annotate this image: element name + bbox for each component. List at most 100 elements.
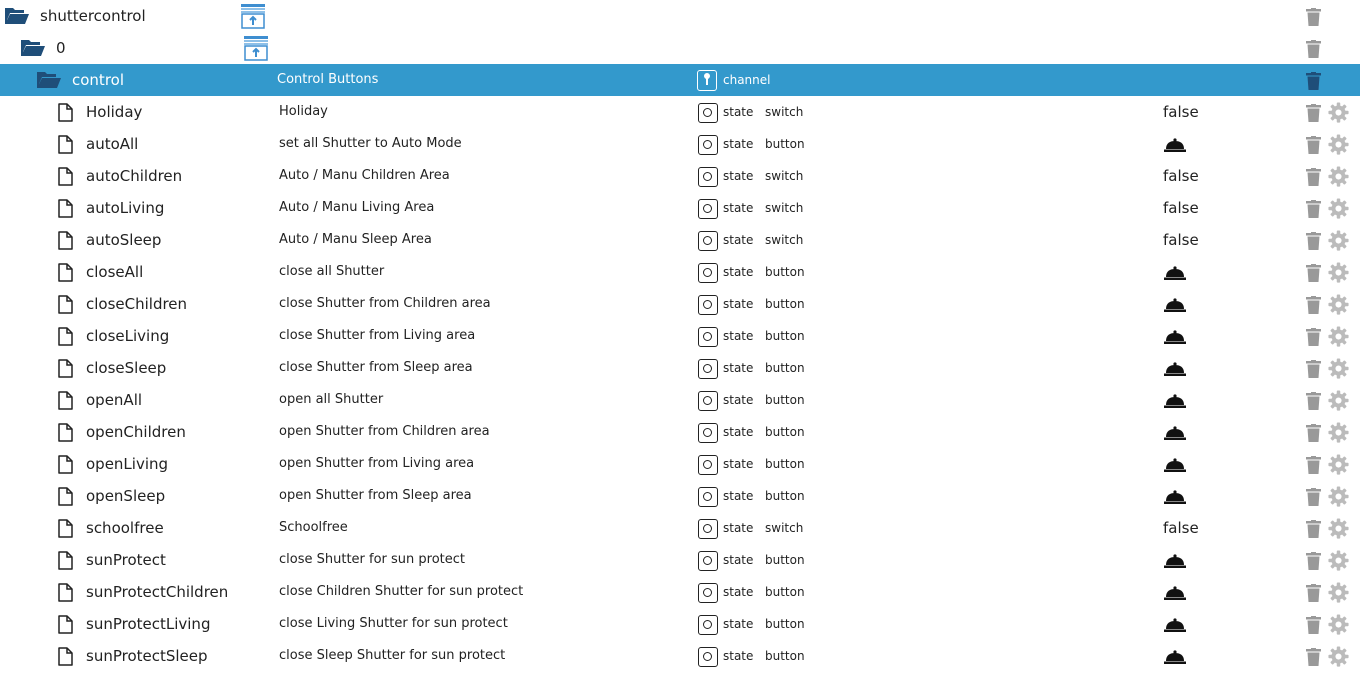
state-row[interactable]: sunProtect close Shutter for sun protect… [0,544,1360,576]
state-role: button [765,553,805,567]
bell-icon[interactable] [1164,426,1186,440]
state-row[interactable]: closeChildren close Shutter from Childre… [0,288,1360,320]
tree-row-adapter[interactable]: shuttercontrol [0,0,1360,32]
bell-icon[interactable] [1164,330,1186,344]
gear-icon[interactable] [1328,454,1349,475]
bell-icon[interactable] [1164,650,1186,664]
state-row[interactable]: autoLiving Auto / Manu Living Area state… [0,192,1360,224]
state-row[interactable]: openAll open all Shutter state button [0,384,1360,416]
trash-icon[interactable] [1306,200,1321,218]
gear-icon[interactable] [1328,646,1349,667]
gear-icon[interactable] [1328,166,1349,187]
trash-icon[interactable] [1306,72,1321,90]
trash-icon[interactable] [1306,648,1321,666]
state-role: button [765,297,805,311]
bell-icon[interactable] [1164,458,1186,472]
state-role: switch [765,521,804,535]
state-row[interactable]: autoChildren Auto / Manu Children Area s… [0,160,1360,192]
tree-row-instance[interactable]: 0 [0,32,1360,64]
trash-icon[interactable] [1306,584,1321,602]
state-description: close Shutter from Living area [279,328,476,343]
state-description: close Sleep Shutter for sun protect [279,648,506,663]
gear-icon[interactable] [1328,230,1349,251]
trash-icon[interactable] [1306,456,1321,474]
state-role: button [765,393,805,407]
state-value[interactable]: false [1163,96,1199,128]
state-name: closeChildren [86,295,188,313]
state-name: autoAll [86,135,139,153]
state-role: switch [765,233,804,247]
trash-icon[interactable] [1306,168,1321,186]
trash-icon[interactable] [1306,360,1321,378]
gear-icon[interactable] [1328,390,1349,411]
state-name: closeSleep [86,359,167,377]
bell-icon[interactable] [1164,618,1186,632]
state-description: open Shutter from Children area [279,424,490,439]
state-row[interactable]: autoSleep Auto / Manu Sleep Area state s… [0,224,1360,256]
bell-icon[interactable] [1164,266,1186,280]
trash-icon[interactable] [1306,136,1321,154]
trash-icon[interactable] [1306,392,1321,410]
file-icon [58,519,73,538]
bell-icon[interactable] [1164,490,1186,504]
state-row[interactable]: openSleep open Shutter from Sleep area s… [0,480,1360,512]
folder-open-icon[interactable] [36,71,62,89]
trash-icon[interactable] [1306,616,1321,634]
state-role: button [765,425,805,439]
trash-icon[interactable] [1306,488,1321,506]
state-row[interactable]: schoolfree Schoolfree state switch false [0,512,1360,544]
trash-icon[interactable] [1306,424,1321,442]
bell-icon[interactable] [1164,362,1186,376]
trash-icon[interactable] [1306,232,1321,250]
state-value[interactable]: false [1163,224,1199,256]
bell-icon[interactable] [1164,138,1186,152]
state-description: close all Shutter [279,264,385,279]
state-name: sunProtect [86,551,166,569]
trash-icon[interactable] [1306,520,1321,538]
state-value[interactable]: false [1163,160,1199,192]
gear-icon[interactable] [1328,262,1349,283]
state-value[interactable]: false [1163,512,1199,544]
state-row[interactable]: Holiday Holiday state switch false [0,96,1360,128]
gear-icon[interactable] [1328,422,1349,443]
state-row[interactable]: openLiving open Shutter from Living area… [0,448,1360,480]
gear-icon[interactable] [1328,198,1349,219]
trash-icon[interactable] [1306,104,1321,122]
state-description: Auto / Manu Living Area [279,200,435,215]
state-row[interactable]: sunProtectLiving close Living Shutter fo… [0,608,1360,640]
folder-open-icon[interactable] [20,39,46,57]
state-row[interactable]: autoAll set all Shutter to Auto Mode sta… [0,128,1360,160]
state-icon [698,295,718,315]
trash-icon[interactable] [1306,296,1321,314]
gear-icon[interactable] [1328,582,1349,603]
trash-icon[interactable] [1306,264,1321,282]
trash-icon[interactable] [1306,40,1321,58]
state-row[interactable]: sunProtectChildren close Children Shutte… [0,576,1360,608]
folder-open-icon[interactable] [4,7,30,25]
gear-icon[interactable] [1328,550,1349,571]
trash-icon[interactable] [1306,552,1321,570]
bell-icon[interactable] [1164,554,1186,568]
trash-icon[interactable] [1306,328,1321,346]
gear-icon[interactable] [1328,614,1349,635]
trash-icon[interactable] [1306,8,1321,26]
bell-icon[interactable] [1164,394,1186,408]
bell-icon[interactable] [1164,298,1186,312]
state-row[interactable]: closeSleep close Shutter from Sleep area… [0,352,1360,384]
gear-icon[interactable] [1328,518,1349,539]
state-name: Holiday [86,103,143,121]
gear-icon[interactable] [1328,486,1349,507]
state-value[interactable]: false [1163,192,1199,224]
tree-row-channel[interactable]: control Control Buttons channel [0,64,1360,96]
gear-icon[interactable] [1328,134,1349,155]
gear-icon[interactable] [1328,326,1349,347]
state-row[interactable]: closeLiving close Shutter from Living ar… [0,320,1360,352]
gear-icon[interactable] [1328,358,1349,379]
state-row[interactable]: openChildren open Shutter from Children … [0,416,1360,448]
file-icon [58,359,73,378]
state-row[interactable]: sunProtectSleep close Sleep Shutter for … [0,640,1360,672]
state-row[interactable]: closeAll close all Shutter state button [0,256,1360,288]
gear-icon[interactable] [1328,102,1349,123]
bell-icon[interactable] [1164,586,1186,600]
gear-icon[interactable] [1328,294,1349,315]
